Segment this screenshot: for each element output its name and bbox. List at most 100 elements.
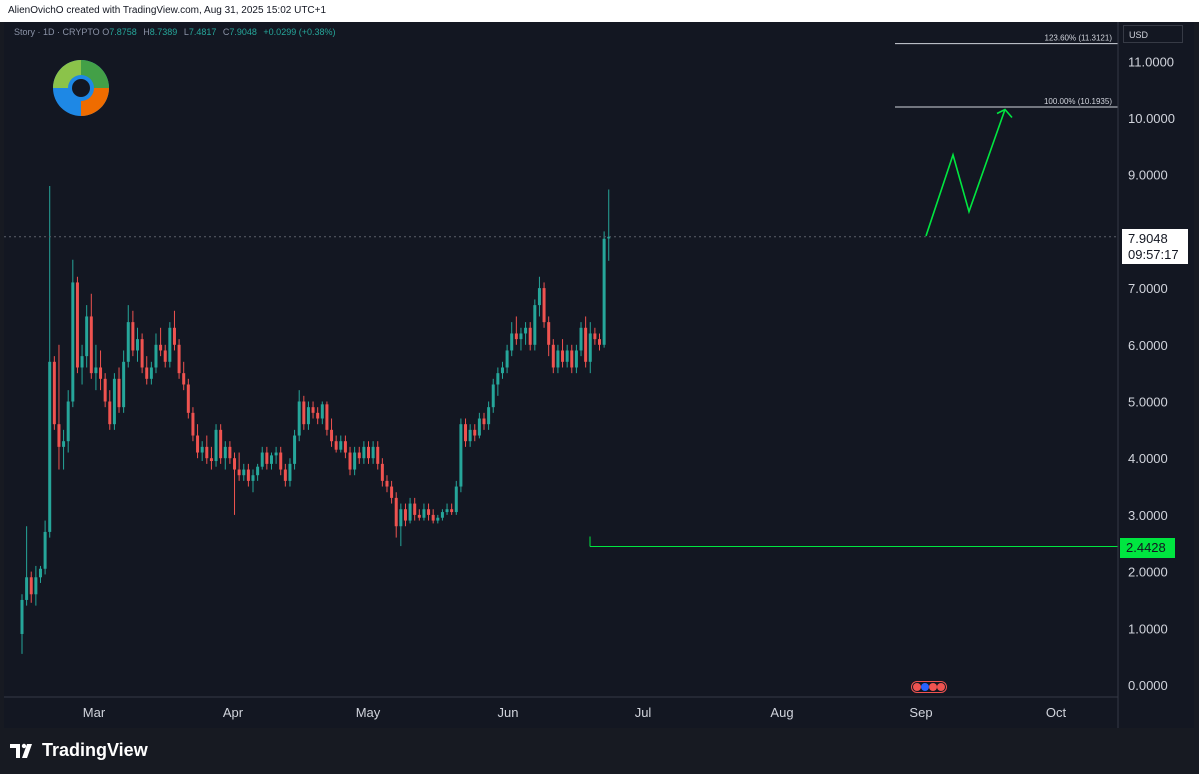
footer-bar bbox=[0, 728, 1199, 774]
candle bbox=[89, 293, 93, 379]
candle bbox=[473, 424, 477, 442]
tradingview-logo-icon bbox=[10, 743, 32, 758]
candle bbox=[283, 463, 287, 487]
price-tick-label: 4.0000 bbox=[1128, 451, 1168, 466]
price-tick-label: 7.0000 bbox=[1128, 281, 1168, 296]
candle bbox=[607, 189, 611, 261]
candle bbox=[108, 390, 112, 430]
candle-body bbox=[34, 577, 38, 595]
us-flag-events-icon[interactable] bbox=[911, 681, 947, 693]
candle-body bbox=[260, 452, 264, 467]
candle-body bbox=[588, 333, 592, 362]
candle bbox=[172, 310, 176, 351]
candle bbox=[163, 344, 167, 368]
candle bbox=[140, 333, 144, 374]
candle bbox=[269, 452, 273, 470]
candle-body bbox=[459, 424, 463, 487]
candle bbox=[394, 492, 398, 538]
candle-body bbox=[403, 509, 407, 521]
candle-body bbox=[85, 316, 89, 357]
candle-body bbox=[149, 367, 153, 379]
candle bbox=[551, 339, 555, 374]
candle-body bbox=[89, 316, 93, 374]
candle bbox=[482, 412, 486, 430]
candle bbox=[533, 299, 537, 351]
tradingview-brand[interactable]: TradingView bbox=[10, 740, 148, 761]
last-price-label: 7.9048 09:57:17 bbox=[1122, 229, 1188, 264]
brand-name: TradingView bbox=[42, 740, 148, 760]
candle-body bbox=[348, 452, 352, 470]
candle-body bbox=[477, 418, 481, 436]
candle-body bbox=[593, 333, 597, 340]
candle-body bbox=[126, 322, 130, 362]
candle-body bbox=[482, 418, 486, 425]
candle-body bbox=[48, 361, 52, 532]
candle bbox=[306, 401, 310, 430]
candle bbox=[177, 339, 181, 379]
candle-body bbox=[496, 373, 500, 385]
candle-body bbox=[524, 327, 528, 334]
candle-body bbox=[237, 469, 241, 476]
candle-body bbox=[440, 512, 444, 518]
candle-body bbox=[288, 463, 292, 481]
candle-body bbox=[399, 509, 403, 527]
candle-body bbox=[233, 458, 237, 470]
candle-body bbox=[154, 344, 158, 368]
price-tick-label: 5.0000 bbox=[1128, 395, 1168, 410]
candle-body bbox=[579, 327, 583, 351]
candle-body bbox=[205, 446, 209, 459]
candle bbox=[450, 503, 454, 515]
candle-body bbox=[487, 407, 491, 425]
candle bbox=[228, 441, 232, 464]
candle-body bbox=[29, 577, 33, 595]
candle-body bbox=[528, 327, 532, 345]
candles-layer bbox=[20, 186, 611, 654]
candle bbox=[274, 446, 278, 464]
change-value: +0.0299 (+0.38%) bbox=[263, 27, 336, 37]
candle-body bbox=[196, 435, 200, 453]
candle bbox=[242, 463, 246, 481]
candle-body bbox=[279, 452, 283, 470]
candle bbox=[38, 565, 42, 583]
time-tick-label: Sep bbox=[909, 705, 932, 720]
candle-body bbox=[330, 429, 334, 442]
candle-body bbox=[542, 288, 546, 323]
candle bbox=[427, 503, 431, 521]
ohlc-legend: Story · 1D · CRYPTO O7.8758 H8.7389 L7.4… bbox=[14, 27, 339, 37]
candle bbox=[348, 446, 352, 476]
candlestick-chart[interactable]: 123.60% (11.3121) 100.00% (10.1935) 11.00… bbox=[0, 0, 1199, 728]
candle bbox=[436, 514, 440, 524]
candle-body bbox=[417, 514, 421, 518]
candle bbox=[297, 390, 301, 442]
candle-body bbox=[112, 378, 116, 425]
candle-body bbox=[556, 350, 560, 368]
candle bbox=[214, 424, 218, 467]
candle-body bbox=[547, 322, 551, 345]
candle-body bbox=[214, 429, 218, 462]
candle-body bbox=[436, 517, 440, 521]
candle bbox=[219, 424, 223, 464]
candle bbox=[223, 441, 227, 470]
candle-body bbox=[500, 367, 504, 374]
fib-levels: 123.60% (11.3121) 100.00% (10.1935) bbox=[895, 34, 1118, 108]
candle bbox=[43, 520, 47, 575]
candle bbox=[237, 452, 241, 481]
price-tick-label: 1.0000 bbox=[1128, 621, 1168, 636]
candle-body bbox=[311, 407, 315, 413]
candle bbox=[330, 418, 334, 447]
candle bbox=[500, 361, 504, 379]
candle bbox=[371, 441, 375, 464]
candle bbox=[265, 446, 269, 470]
candle bbox=[246, 463, 250, 487]
candle-body bbox=[182, 373, 186, 385]
candle bbox=[233, 452, 237, 515]
candle-body bbox=[159, 344, 163, 351]
candle-body bbox=[145, 367, 149, 379]
candle-body bbox=[367, 446, 370, 459]
price-tick-label: 9.0000 bbox=[1128, 168, 1168, 183]
candle-body bbox=[380, 463, 384, 481]
candle-body bbox=[325, 404, 329, 430]
candle-body bbox=[186, 384, 190, 413]
candle bbox=[376, 441, 380, 470]
currency-selector[interactable]: USD bbox=[1123, 25, 1183, 43]
